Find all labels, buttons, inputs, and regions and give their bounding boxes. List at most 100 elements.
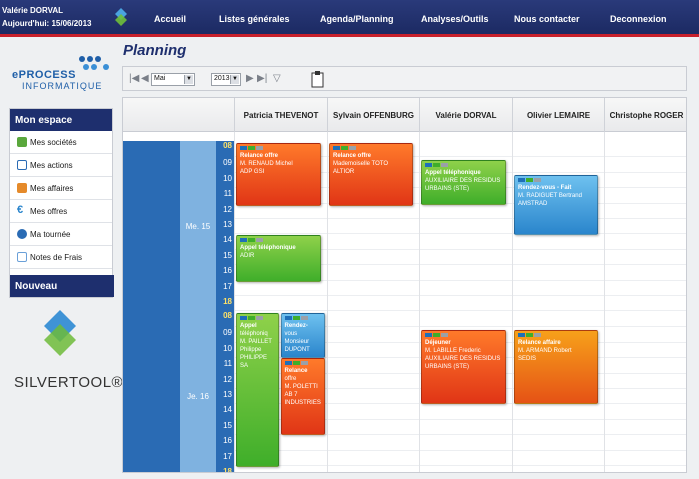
hour-line — [234, 295, 686, 296]
status-bars — [333, 146, 409, 150]
column-header-person: Sylvain OFFENBURG — [327, 98, 419, 132]
sidebar-title: Mon espace — [10, 109, 112, 131]
brand-line2: INFORMATIQUE — [22, 81, 103, 91]
event-text: Mademoiselle TOTO — [333, 161, 389, 167]
calendar-event[interactable]: Appel téléphonique ADIR — [236, 235, 321, 282]
column-divider — [512, 132, 513, 472]
event-text: AB 7 — [284, 391, 298, 398]
eprocess-logo: ePROCESS INFORMATIQUE — [10, 54, 116, 94]
column-header-person: Valérie DORVAL — [419, 98, 512, 132]
nav-listes-generales[interactable]: Listes générales — [219, 14, 290, 24]
event-text: DUPONT — [284, 347, 310, 353]
car-icon — [17, 229, 27, 239]
sidebar-item-label: Mes offres — [30, 206, 68, 216]
calendar-icon — [17, 160, 27, 170]
sidebar-nouveau[interactable]: Nouveau — [10, 275, 114, 297]
event-text: ALTIOR — [333, 169, 355, 175]
buildings-icon — [17, 137, 27, 147]
last-icon[interactable]: ▶| — [257, 73, 267, 84]
column-divider — [327, 132, 328, 472]
year-select[interactable]: 2013 ▼ — [211, 73, 241, 86]
nav-agenda-planning[interactable]: Agenda/Planning — [320, 14, 394, 24]
event-text: offre — [284, 375, 297, 382]
event-text: Relance — [284, 367, 308, 374]
calendar-event[interactable]: Relance offre M. POLETTI AB 7 INDUSTRIES — [280, 357, 325, 435]
sidebar-item-label: Ma tournée — [30, 229, 71, 239]
event-text: AMSTRAD — [518, 201, 548, 208]
silvertool-label: SILVERTOOL® — [14, 374, 124, 391]
status-bars — [284, 316, 322, 320]
hour-label: 15 — [223, 250, 232, 260]
event-text: M. PAILLET — [240, 339, 272, 345]
event-text: M. POLETTI — [284, 383, 318, 390]
column-divider — [419, 132, 420, 472]
sidebar-item-label: Mes sociétés — [30, 137, 77, 147]
sidebar-item-mes-offres[interactable]: € Mes offres — [10, 200, 112, 223]
user-info: Valérie DORVAL Aujourd'hui: 15/06/2013 — [2, 4, 91, 30]
calendar-event[interactable]: Relance affaire M. ARMAND Robert SEDIS — [514, 329, 598, 404]
sidebar-item-mes-societes[interactable]: Mes sociétés — [10, 131, 112, 154]
event-text: ADP GSI — [240, 169, 265, 175]
planning-grid: Patricia THEVENOT Sylvain OFFENBURG Valéri… — [122, 97, 687, 473]
event-text: Rendez- — [284, 323, 308, 329]
calendar-event[interactable]: Rendez-vous - Fait M. RADIGUET Bertrand AM… — [514, 175, 598, 236]
nav-analyses-outils[interactable]: Analyses/Outils — [421, 14, 489, 24]
status-bars — [425, 162, 502, 167]
event-text: M. RENAUD Michel — [240, 161, 293, 167]
hours-column: 08 09 10 11 12 13 14 15 16 17 18 — [216, 141, 234, 313]
event-text: Relance offre — [240, 153, 279, 159]
next-icon[interactable]: ▶ — [246, 73, 254, 84]
column-header-person: Olivier LEMAIRE — [512, 98, 604, 132]
planning-header: Patricia THEVENOT Sylvain OFFENBURG Valéri… — [123, 98, 686, 132]
hour-label: 13 — [223, 390, 232, 399]
app-frame: Valérie DORVAL Aujourd'hui: 15/06/2013 A… — [0, 0, 699, 479]
hour-line — [234, 218, 686, 219]
receipt-icon — [17, 252, 27, 262]
sidebar-item-notes-de-frais[interactable]: Notes de Frais — [10, 246, 112, 269]
nav-deconnexion[interactable]: Deconnexion — [610, 14, 667, 24]
sidebar: Mon espace Mes sociétés Mes actions Mes … — [9, 108, 114, 298]
event-text: Appel téléphonique — [240, 245, 296, 252]
hour-line — [234, 449, 686, 451]
event-text: M. RADIGUET Bertrand — [518, 193, 582, 200]
year-value: 2013 — [214, 75, 230, 82]
nav-nous-contacter[interactable]: Nous contacter — [514, 14, 580, 24]
sidebar-item-ma-tournee[interactable]: Ma tournée — [10, 223, 112, 246]
event-text: Appel — [240, 323, 257, 329]
month-select[interactable]: Mai ▼ — [151, 73, 195, 86]
event-text: ADIR — [240, 253, 255, 260]
calendar-event[interactable]: Déjeuner M. LABILLE Frederic AUXILIAIRE DE… — [421, 329, 506, 404]
calendar-event[interactable]: Rendez-vous Monsieur DUPONT — [280, 313, 325, 358]
chevron-down-icon: ▼ — [230, 75, 239, 84]
event-text: SEDIS — [518, 355, 537, 362]
silvertool-logo-icon — [115, 8, 127, 26]
hour-label: 18 — [223, 297, 232, 306]
prev-icon[interactable]: ◀ — [141, 73, 149, 84]
calendar-event[interactable]: Appel téléphonique AUXILIAIRE DES RESIDUS… — [421, 159, 506, 205]
hour-label: 16 — [223, 436, 232, 446]
hour-label: 10 — [223, 173, 232, 183]
calendar-event[interactable]: Relance offre M. RENAUD Michel ADP GSI — [236, 143, 321, 207]
sidebar-item-mes-actions[interactable]: Mes actions — [10, 154, 112, 177]
hour-label: 13 — [223, 220, 232, 229]
event-text: INDUSTRIES — [284, 399, 321, 406]
event-text: Monsieur — [284, 339, 310, 345]
hours-column: 08 09 10 11 12 13 14 15 16 17 18 — [216, 311, 234, 472]
down-icon[interactable]: ▽ — [273, 73, 281, 84]
calendar-event[interactable]: Appel téléphoniq M. PAILLET Philippe PHILIPP… — [236, 313, 279, 467]
sidebar-item-mes-affaires[interactable]: Mes affaires — [10, 177, 112, 200]
sidebar-item-label: Notes de Frais — [30, 252, 83, 262]
top-navigation-bar: Valérie DORVAL Aujourd'hui: 15/06/2013 A… — [0, 0, 699, 37]
clipboard-icon[interactable] — [311, 70, 325, 88]
calendar-event[interactable]: Relance offre Mademoiselle TOTO ALTIOR — [329, 143, 413, 207]
status-bars — [240, 146, 317, 150]
event-text: AUXILIAIRE DES RESIDUS — [425, 355, 501, 362]
status-bars — [240, 238, 317, 243]
first-icon[interactable]: |◀ — [129, 73, 139, 84]
event-text: M. ARMAND Robert — [518, 347, 572, 354]
hour-label: 08 — [223, 141, 232, 150]
hour-label: 09 — [223, 158, 232, 168]
sidebar-item-label: Mes affaires — [30, 183, 74, 193]
day-label: Me. 15 — [180, 141, 216, 313]
nav-accueil[interactable]: Accueil — [154, 14, 186, 24]
